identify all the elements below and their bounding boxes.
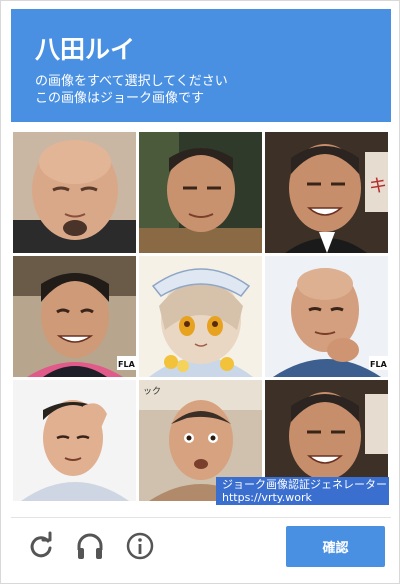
instruction-line-1: の画像をすべて選択してください	[35, 74, 228, 89]
instruction-line-2: この画像はジョーク画像です	[35, 91, 205, 106]
verify-button[interactable]: 確認	[286, 526, 385, 567]
refresh-icon	[30, 531, 52, 558]
captcha-header: 八田ルイ の画像をすべて選択してください この画像はジョーク画像です	[11, 9, 391, 122]
info-icon	[126, 532, 154, 560]
tile-photo	[13, 380, 136, 501]
captcha-widget: 八田ルイ の画像をすべて選択してください この画像はジョーク画像です キ FLA…	[0, 0, 400, 584]
tile-photo: キ	[265, 132, 388, 253]
audio-challenge-button[interactable]	[74, 530, 106, 562]
svg-text:キ: キ	[369, 176, 387, 197]
image-tile-4[interactable]: FLA	[13, 256, 136, 377]
sign-text: ック	[143, 386, 161, 397]
image-grid: キ FLA FLA ック	[13, 132, 389, 505]
watermark-title: ジョーク画像認証ジェネレーター	[222, 478, 387, 491]
image-tile-5[interactable]	[139, 256, 262, 377]
tile-illustration	[139, 256, 262, 377]
tile-photo: FLA	[13, 256, 136, 377]
tile-photo	[139, 132, 262, 253]
refresh-button[interactable]	[25, 530, 57, 562]
image-tile-6[interactable]: FLA	[265, 256, 388, 377]
image-tile-3[interactable]: キ	[265, 132, 388, 253]
flag-label-a: FLA	[118, 360, 136, 369]
watermark-label: ジョーク画像認証ジェネレーター https://vrty.work	[216, 477, 389, 505]
tile-photo: FLA	[265, 256, 388, 377]
tile-photo	[13, 132, 136, 253]
headphones-icon	[77, 533, 103, 559]
image-tile-7[interactable]	[13, 380, 136, 501]
flag-label-b: FLA	[370, 360, 388, 369]
watermark-url: https://vrty.work	[222, 491, 312, 504]
image-tile-1[interactable]	[13, 132, 136, 253]
info-button[interactable]	[124, 530, 156, 562]
target-name: 八田ルイ	[35, 35, 136, 64]
image-tile-2[interactable]	[139, 132, 262, 253]
footer-divider	[11, 517, 391, 518]
